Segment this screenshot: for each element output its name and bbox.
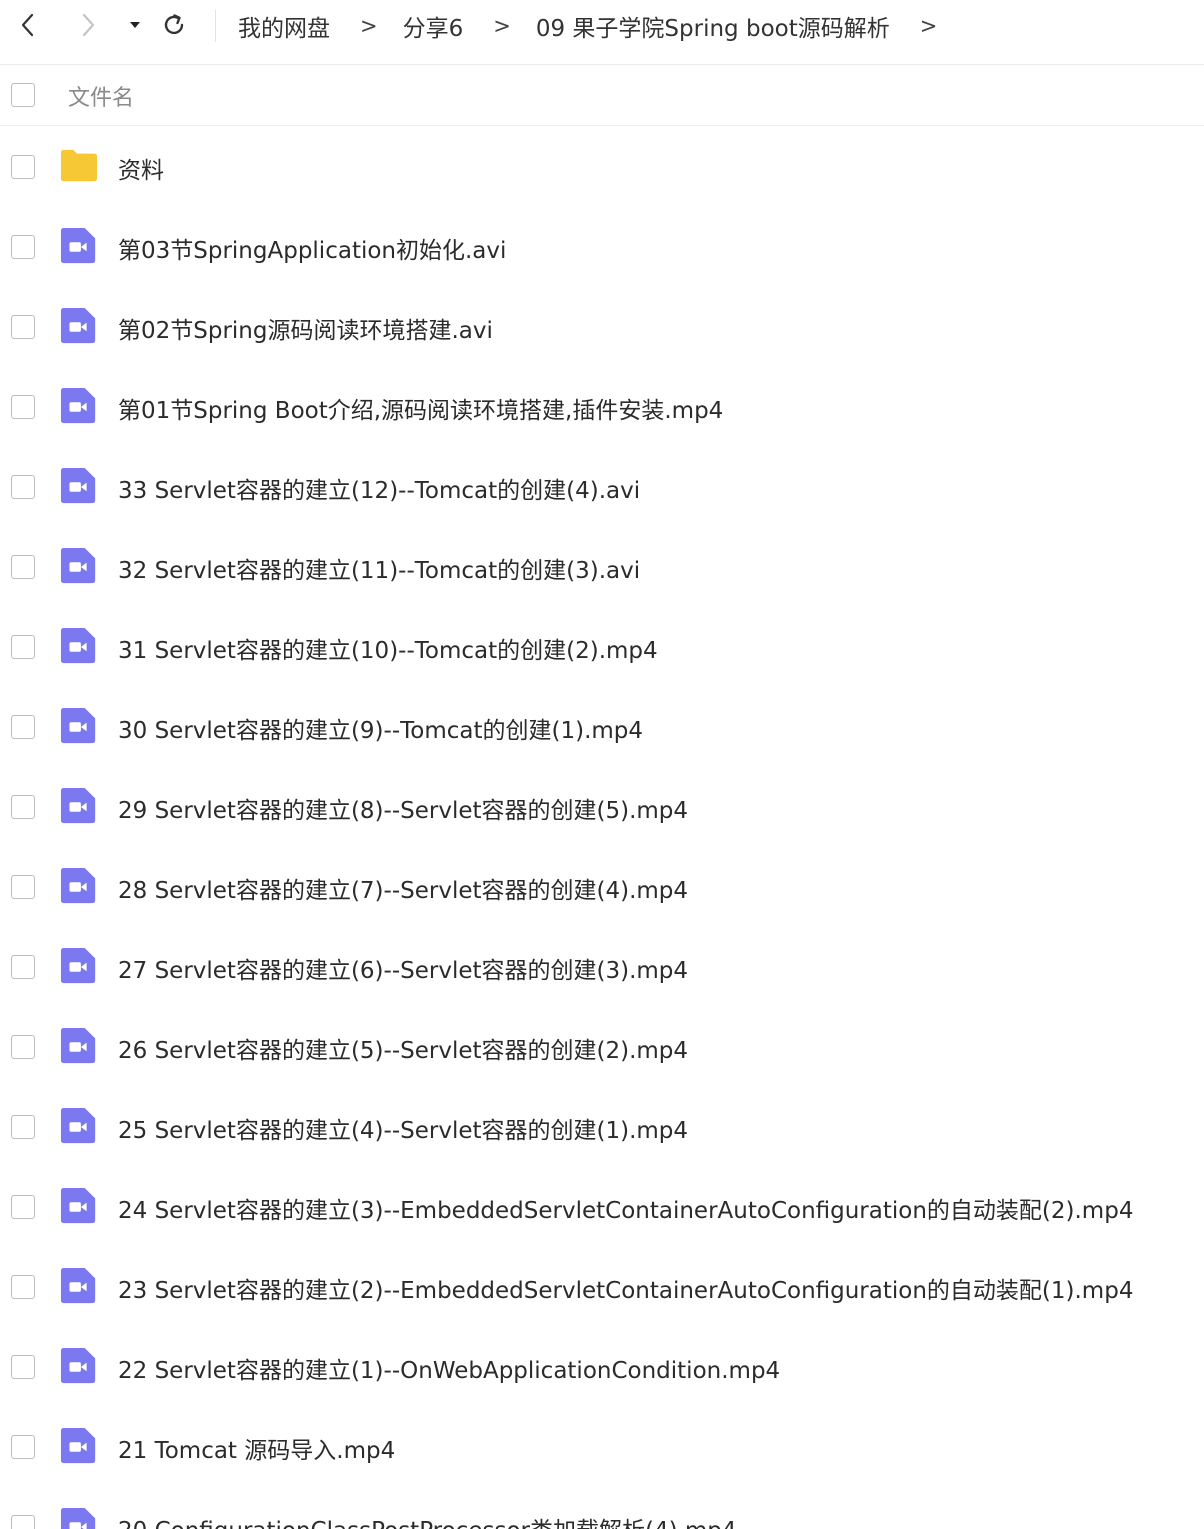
video-file-icon — [60, 947, 96, 984]
file-name[interactable]: 30 Servlet容器的建立(9)--Tomcat的创建(1).mp4 — [118, 711, 643, 745]
file-name[interactable]: 第02节Spring源码阅读环境搭建.avi — [118, 311, 493, 345]
file-name[interactable]: 21 Tomcat 源码导入.mp4 — [118, 1431, 395, 1465]
file-row-checkbox[interactable] — [11, 155, 35, 179]
file-row-checkbox[interactable] — [11, 475, 35, 499]
file-row[interactable]: 30 Servlet容器的建立(9)--Tomcat的创建(1).mp4 — [0, 687, 1204, 767]
breadcrumb-separator: > — [360, 14, 378, 38]
file-row[interactable]: 第03节SpringApplication初始化.avi — [0, 207, 1204, 287]
video-file-icon — [60, 867, 96, 904]
folder-icon — [60, 149, 98, 182]
video-file-icon — [60, 1267, 96, 1304]
video-file-icon — [60, 1427, 96, 1464]
file-row[interactable]: 33 Servlet容器的建立(12)--Tomcat的创建(4).avi — [0, 447, 1204, 527]
file-row[interactable]: 32 Servlet容器的建立(11)--Tomcat的创建(3).avi — [0, 527, 1204, 607]
file-row-checkbox[interactable] — [11, 715, 35, 739]
video-file-icon — [60, 1507, 96, 1529]
file-name[interactable]: 32 Servlet容器的建立(11)--Tomcat的创建(3).avi — [118, 551, 640, 585]
file-row[interactable]: 31 Servlet容器的建立(10)--Tomcat的创建(2).mp4 — [0, 607, 1204, 687]
file-name[interactable]: 29 Servlet容器的建立(8)--Servlet容器的创建(5).mp4 — [118, 791, 688, 825]
video-file-icon — [60, 1187, 96, 1224]
video-file-icon — [60, 1027, 96, 1064]
file-row[interactable]: 27 Servlet容器的建立(6)--Servlet容器的创建(3).mp4 — [0, 927, 1204, 1007]
file-row-checkbox[interactable] — [11, 1275, 35, 1299]
refresh-icon — [164, 14, 184, 35]
file-row-checkbox[interactable] — [11, 1435, 35, 1459]
file-name[interactable]: 22 Servlet容器的建立(1)--OnWebApplicationCond… — [118, 1351, 780, 1385]
back-button[interactable] — [14, 9, 42, 41]
video-file-icon — [60, 1107, 96, 1144]
file-row-checkbox[interactable] — [11, 1195, 35, 1219]
file-row-checkbox[interactable] — [11, 1035, 35, 1059]
file-row[interactable]: 29 Servlet容器的建立(8)--Servlet容器的创建(5).mp4 — [0, 767, 1204, 847]
file-row[interactable]: 第01节Spring Boot介绍,源码阅读环境搭建,插件安装.mp4 — [0, 367, 1204, 447]
file-list-header: 文件名 — [0, 65, 1204, 126]
file-name[interactable]: 26 Servlet容器的建立(5)--Servlet容器的创建(2).mp4 — [118, 1031, 688, 1065]
video-file-icon — [60, 227, 96, 264]
breadcrumb-separator: > — [493, 14, 511, 38]
breadcrumb-item-root[interactable]: 我的网盘 — [238, 9, 330, 43]
file-row[interactable]: 24 Servlet容器的建立(3)--EmbeddedServletConta… — [0, 1167, 1204, 1247]
file-name[interactable]: 资料 — [118, 151, 164, 185]
breadcrumb: 我的网盘 > 分享6 > 09 果子学院Spring boot源码解析 > — [238, 8, 962, 44]
breadcrumb-item-share[interactable]: 分享6 — [403, 9, 464, 43]
file-row-checkbox[interactable] — [11, 1515, 35, 1529]
file-row[interactable]: 21 Tomcat 源码导入.mp4 — [0, 1407, 1204, 1487]
toolbar: 我的网盘 > 分享6 > 09 果子学院Spring boot源码解析 > — [0, 0, 1204, 52]
file-row[interactable]: 26 Servlet容器的建立(5)--Servlet容器的创建(2).mp4 — [0, 1007, 1204, 1087]
refresh-button[interactable] — [160, 9, 188, 41]
file-name[interactable]: 33 Servlet容器的建立(12)--Tomcat的创建(4).avi — [118, 471, 640, 505]
breadcrumb-item-current[interactable]: 09 果子学院Spring boot源码解析 — [536, 9, 890, 43]
video-file-icon — [60, 307, 96, 344]
video-file-icon — [60, 1347, 96, 1384]
file-row[interactable]: 20 ConfigurationClassPostProcessor类加载解析(… — [0, 1487, 1204, 1529]
file-row-checkbox[interactable] — [11, 235, 35, 259]
breadcrumb-separator[interactable]: > — [920, 14, 938, 38]
video-file-icon — [60, 547, 96, 584]
file-row-checkbox[interactable] — [11, 795, 35, 819]
select-all-checkbox[interactable] — [11, 83, 35, 107]
file-name[interactable]: 第03节SpringApplication初始化.avi — [118, 231, 506, 265]
video-file-icon — [60, 627, 96, 664]
chevron-right-icon — [82, 13, 95, 37]
file-name[interactable]: 27 Servlet容器的建立(6)--Servlet容器的创建(3).mp4 — [118, 951, 688, 985]
video-file-icon — [60, 467, 96, 504]
toolbar-divider — [215, 10, 216, 42]
file-row-checkbox[interactable] — [11, 315, 35, 339]
column-header-filename[interactable]: 文件名 — [68, 80, 134, 112]
file-row-checkbox[interactable] — [11, 635, 35, 659]
file-name[interactable]: 31 Servlet容器的建立(10)--Tomcat的创建(2).mp4 — [118, 631, 658, 665]
forward-button[interactable] — [74, 9, 102, 41]
video-file-icon — [60, 707, 96, 744]
file-row-checkbox[interactable] — [11, 395, 35, 419]
file-name[interactable]: 25 Servlet容器的建立(4)--Servlet容器的创建(1).mp4 — [118, 1111, 688, 1145]
file-list: 资料第03节SpringApplication初始化.avi 第02节Spring… — [0, 127, 1204, 1529]
file-row[interactable]: 22 Servlet容器的建立(1)--OnWebApplicationCond… — [0, 1327, 1204, 1407]
file-row-checkbox[interactable] — [11, 555, 35, 579]
file-row-checkbox[interactable] — [11, 1115, 35, 1139]
file-name[interactable]: 28 Servlet容器的建立(7)--Servlet容器的创建(4).mp4 — [118, 871, 688, 905]
history-dropdown-button[interactable] — [121, 9, 149, 41]
file-row-checkbox[interactable] — [11, 875, 35, 899]
file-name[interactable]: 20 ConfigurationClassPostProcessor类加载解析(… — [118, 1511, 737, 1529]
file-row-checkbox[interactable] — [11, 955, 35, 979]
file-name[interactable]: 23 Servlet容器的建立(2)--EmbeddedServletConta… — [118, 1271, 1133, 1305]
video-file-icon — [60, 787, 96, 824]
file-row[interactable]: 资料 — [0, 127, 1204, 207]
file-name[interactable]: 24 Servlet容器的建立(3)--EmbeddedServletConta… — [118, 1191, 1133, 1225]
video-file-icon — [60, 387, 96, 424]
chevron-left-icon — [21, 13, 34, 37]
caret-down-icon — [130, 22, 140, 28]
file-row[interactable]: 25 Servlet容器的建立(4)--Servlet容器的创建(1).mp4 — [0, 1087, 1204, 1167]
file-name[interactable]: 第01节Spring Boot介绍,源码阅读环境搭建,插件安装.mp4 — [118, 391, 723, 425]
file-row[interactable]: 23 Servlet容器的建立(2)--EmbeddedServletConta… — [0, 1247, 1204, 1327]
file-row-checkbox[interactable] — [11, 1355, 35, 1379]
file-row[interactable]: 28 Servlet容器的建立(7)--Servlet容器的创建(4).mp4 — [0, 847, 1204, 927]
file-row[interactable]: 第02节Spring源码阅读环境搭建.avi — [0, 287, 1204, 367]
